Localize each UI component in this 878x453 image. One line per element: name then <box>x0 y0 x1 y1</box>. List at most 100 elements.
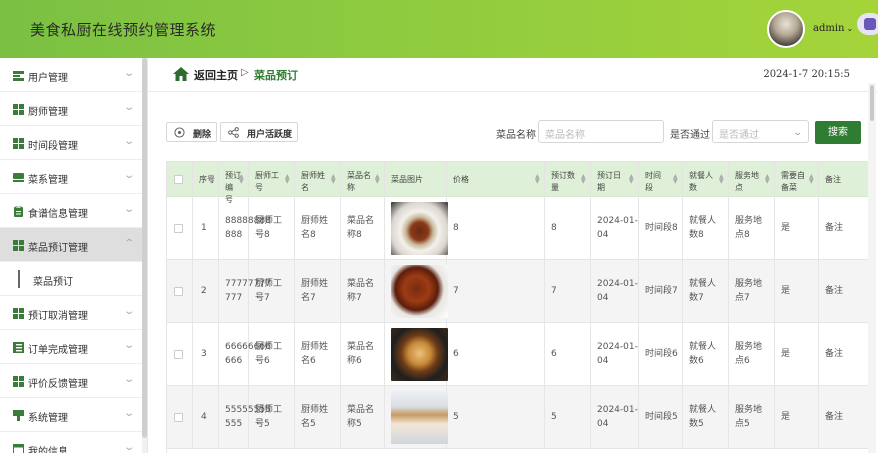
user-activity-button[interactable]: 用户活跃度 <box>220 122 298 142</box>
sidebar-item-9[interactable]: 系统管理 ⌄ <box>0 398 143 432</box>
table-row[interactable]: 3 66666666 666 厨师工 号6 厨师姓 名6 菜品名 称6 6 6 2024-01- 04 时… <box>167 323 872 386</box>
row-checkbox[interactable] <box>174 287 183 296</box>
cell-text: 点7 <box>735 293 750 303</box>
column-header[interactable]: 服务地点 ▲ ▼ <box>729 162 775 198</box>
table-cell: 66666666 666 <box>219 323 271 386</box>
column-header[interactable]: 序号 ▲ ▼ <box>193 162 219 198</box>
search-button[interactable]: 搜索 <box>815 121 861 144</box>
column-header[interactable]: 备注▲▼ <box>819 162 872 198</box>
dish-photo[interactable] <box>391 391 448 444</box>
dish-photo[interactable] <box>391 202 448 255</box>
sidebar-item-6[interactable]: 预订取消管理 ⌄ <box>0 296 143 330</box>
users-icon <box>13 70 24 81</box>
column-header[interactable]: 就餐人数 ▲ ▼ <box>683 162 729 198</box>
sort-icon[interactable]: ▲ ▼ <box>375 174 380 185</box>
table-cell <box>385 260 448 323</box>
sidebar-item-5[interactable]: 菜品预订管理 ⌃ <box>0 228 143 262</box>
cell-value: 8 <box>551 223 557 233</box>
column-header-label: 预订数量 <box>551 170 575 194</box>
cell-value: 8 <box>453 223 459 233</box>
cell-text: 服务地 <box>735 405 763 415</box>
cell-value: 厨师姓 名8 <box>301 214 328 242</box>
cell-value: 备注 <box>825 349 844 359</box>
column-header-label: 价格 <box>453 174 469 186</box>
cell-text: 就餐人 <box>689 216 717 226</box>
table-cell: 是 <box>775 260 819 323</box>
cell-text: 服务地 <box>735 342 763 352</box>
select-all-checkbox[interactable] <box>174 175 183 184</box>
column-header[interactable]: 预订编号 ▲ ▼ <box>219 162 249 204</box>
table-cell: 就餐人 数5 <box>683 386 729 449</box>
dish-photo[interactable] <box>391 328 448 381</box>
column-header[interactable]: 价格 ▲ ▼ <box>447 162 545 198</box>
sidebar-item-10[interactable]: 我的信息 ⌄ <box>0 432 143 453</box>
sort-icon[interactable]: ▲ ▼ <box>765 174 770 185</box>
chevron-down-icon: ⌄ <box>122 442 135 453</box>
table-row[interactable]: 2 77777777 777 厨师工 号7 厨师姓 名7 菜品名 称7 7 7 2024-01- 04 时… <box>167 260 872 323</box>
chevron-down-icon: ⌄ <box>122 170 135 181</box>
sidebar-item-3[interactable]: 菜系管理 ⌄ <box>0 160 143 194</box>
home-link[interactable]: 返回主页 <box>194 67 238 83</box>
row-checkbox[interactable] <box>174 413 183 422</box>
home-icon[interactable] <box>173 67 189 81</box>
page-scrollbar[interactable] <box>868 83 876 453</box>
user-menu[interactable]: admin ⌄ <box>813 23 853 34</box>
column-header[interactable]: 菜品图片 <box>385 162 447 198</box>
column-header[interactable]: 需要自 备菜 ▲ ▼ <box>775 162 819 198</box>
sort-icon[interactable]: ▲ ▼ <box>581 174 586 185</box>
sort-icon[interactable]: ▲ ▼ <box>535 174 540 185</box>
column-header-label: 菜品图片 <box>391 174 423 186</box>
column-header[interactable]: 预订日期 ▲ ▼ <box>591 162 639 198</box>
cell-text: 号8 <box>255 230 270 240</box>
sort-icon[interactable]: ▲ ▼ <box>673 174 678 185</box>
avatar[interactable] <box>767 10 805 48</box>
approved-label: 是否通过 <box>670 130 710 141</box>
column-header[interactable]: 时间段 ▲ ▼ <box>639 162 683 198</box>
sidebar-item-1[interactable]: 厨师管理 ⌄ <box>0 92 143 126</box>
table-cell: 厨师姓 名5 <box>295 386 341 449</box>
sort-icon[interactable]: ▲ ▼ <box>239 174 244 185</box>
row-checkbox[interactable] <box>174 350 183 359</box>
cell-value: 备注 <box>825 223 844 233</box>
sidebar-item-7[interactable]: 订单完成管理 ⌄ <box>0 330 143 364</box>
dish-name-input[interactable]: 菜品名称 <box>538 120 664 143</box>
cell-text: 就餐人 <box>689 279 717 289</box>
cell-text: 2024-01- <box>597 279 638 289</box>
sidebar-item-0[interactable]: 用户管理 ⌄ <box>0 58 143 92</box>
delete-button[interactable]: 删除 <box>166 122 217 142</box>
cell-text: 04 <box>597 230 609 240</box>
page-scroll-thumb[interactable] <box>870 85 874 121</box>
table-row[interactable]: 4 55555555 555 厨师工 号5 厨师姓 名5 菜品名 称5 5 5 2024-01- 04 时… <box>167 386 872 449</box>
cell-value: 5 <box>551 412 557 422</box>
dish-photo[interactable] <box>391 265 448 318</box>
column-header-text: 备注 <box>825 175 841 184</box>
sidebar-subitem-dish-booking[interactable]: 菜品预订 <box>0 262 143 296</box>
sidebar-item-4[interactable]: 食谱信息管理 ⌄ <box>0 194 143 228</box>
cell-value: 厨师工 号7 <box>255 277 282 305</box>
sidebar-scrollbar[interactable] <box>142 58 147 453</box>
sidebar-item-2[interactable]: 时间段管理 ⌄ <box>0 126 143 160</box>
sort-icon[interactable]: ▲ ▼ <box>285 174 290 185</box>
sidebar-item-8[interactable]: 评价反馈管理 ⌄ <box>0 364 143 398</box>
sidebar-scroll-thumb[interactable] <box>142 58 147 438</box>
column-header[interactable]: 菜品名称 ▲ ▼ <box>341 162 385 198</box>
booking-table: 序号 ▲ ▼ 预订编号 ▲ ▼ 厨师工号 ▲ ▼ 厨师姓名 ▲ ▼ 菜品名称 ▲ ▼ 菜品图片 价格 ▲ ▼ 预订数量… <box>166 161 872 453</box>
row-select-cell <box>167 323 193 386</box>
column-header[interactable]: 厨师工号 ▲ ▼ <box>249 162 295 198</box>
sort-icon[interactable]: ▲ ▼ <box>809 174 814 185</box>
row-checkbox[interactable] <box>174 224 183 233</box>
column-header-text: 厨师姓 <box>301 171 325 180</box>
cell-text: 2024-01- <box>597 405 638 415</box>
chevron-down-icon: ⌄ <box>122 136 135 147</box>
column-header[interactable]: 厨师姓名 ▲ ▼ <box>295 162 341 198</box>
sort-icon[interactable]: ▲ ▼ <box>719 174 724 185</box>
column-header[interactable]: 预订数量 ▲ ▼ <box>545 162 591 198</box>
sort-icon[interactable]: ▲ ▼ <box>629 174 634 185</box>
theme-switch-button[interactable] <box>857 13 878 35</box>
cell-text: 号6 <box>255 356 270 366</box>
chevron-up-icon: ⌃ <box>122 238 135 249</box>
table-row[interactable]: 1 88888888 888 厨师工 号8 厨师姓 名8 菜品名 称8 8 8 2024-01- 04 时… <box>167 197 872 260</box>
sort-icon[interactable]: ▲ ▼ <box>331 174 336 185</box>
sort-icon[interactable]: ▲ ▼ <box>209 174 214 185</box>
table-cell: 5 <box>447 386 545 449</box>
